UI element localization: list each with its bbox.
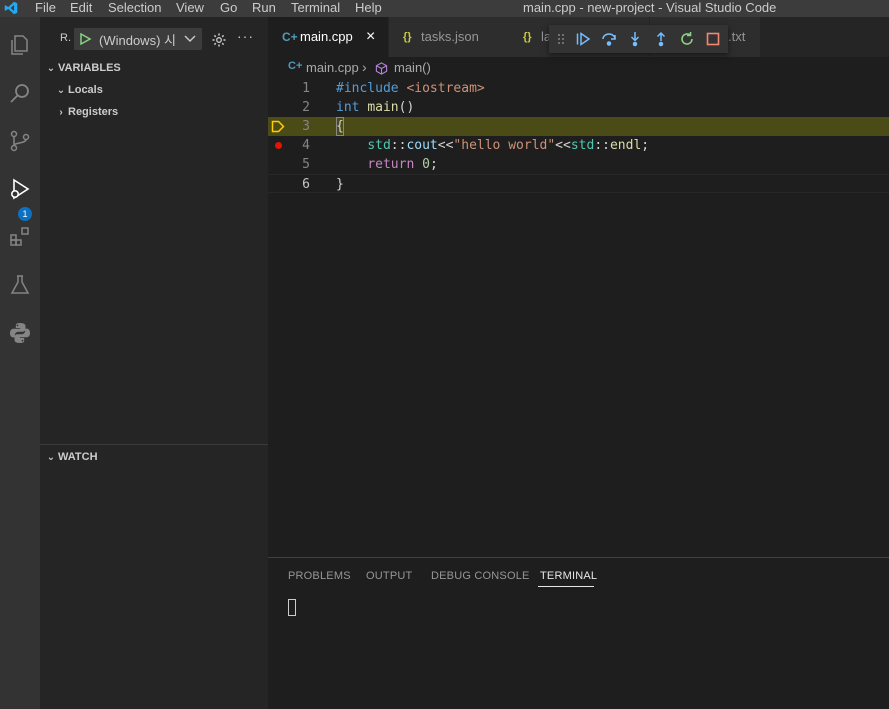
breadcrumb-separator: › <box>362 59 367 75</box>
tab-debug-console[interactable]: DEBUG CONSOLE <box>431 570 530 582</box>
menu-go[interactable]: Go <box>220 0 237 17</box>
breadcrumb-file[interactable]: main.cpp <box>306 60 359 75</box>
terminal-cursor[interactable] <box>288 599 296 616</box>
code-token: :: <box>594 138 610 153</box>
run-label: R. <box>60 32 71 44</box>
more-actions-icon[interactable]: ··· <box>237 28 254 44</box>
section-divider <box>40 444 268 445</box>
current-debug-line: 3 { <box>268 117 889 136</box>
extensions-icon[interactable] <box>4 221 36 253</box>
close-icon[interactable]: × <box>366 17 375 57</box>
code-token: 0 <box>422 157 430 172</box>
code-token: int <box>336 100 360 115</box>
menu-run[interactable]: Run <box>252 0 276 17</box>
variables-section-header[interactable]: ⌄ VARIABLES <box>44 58 268 78</box>
source-control-icon[interactable] <box>4 125 36 157</box>
code-token: } <box>336 177 344 192</box>
search-icon[interactable] <box>4 77 36 109</box>
code-token: endl <box>609 138 642 153</box>
activity-bar: 1 <box>0 17 40 709</box>
code-line: 4 std::cout<<"hello world"<<std::endl; <box>268 136 889 155</box>
menu-file[interactable]: File <box>35 0 56 17</box>
code-editor[interactable]: 1 #include <iostream> 2 int main() 3 { 4… <box>268 79 889 557</box>
breadcrumb: C+ main.cpp › main() <box>268 57 889 79</box>
code-token: std <box>570 138 595 153</box>
tab-output[interactable]: OUTPUT <box>366 570 412 582</box>
debug-toolbar <box>549 25 728 53</box>
json-file-icon: {} <box>403 31 412 43</box>
breadcrumb-symbol[interactable]: main() <box>394 60 431 75</box>
json-file-icon: {} <box>523 31 532 43</box>
code-token: cout <box>406 138 438 153</box>
menu-selection[interactable]: Selection <box>108 0 161 17</box>
bottom-panel: PROBLEMS OUTPUT DEBUG CONSOLE TERMINAL <box>268 557 889 709</box>
testing-icon[interactable] <box>4 269 36 301</box>
debug-sidebar: R. (Windows) 시 ··· ⌄ VARIABLES ⌄ Locals › R… <box>40 17 268 709</box>
code-token: :: <box>390 138 407 153</box>
vscode-logo-icon <box>4 1 18 15</box>
active-tab-indicator <box>538 586 594 587</box>
start-debugging-icon[interactable] <box>78 32 92 46</box>
code-line: 5 return 0; <box>302 157 438 172</box>
menu-help[interactable]: Help <box>355 0 382 17</box>
code-token: ; <box>429 157 438 172</box>
cpp-file-icon: C+ <box>282 30 298 44</box>
code-token: "hello world" <box>453 138 556 153</box>
title-bar: File Edit Selection View Go Run Terminal… <box>0 0 889 17</box>
code-token: return <box>367 157 415 172</box>
explorer-icon[interactable] <box>4 29 36 61</box>
code-line: 1 #include <iostream> <box>302 81 485 96</box>
tab-main-cpp[interactable]: C+ main.cpp × <box>268 17 388 57</box>
chevron-down-icon: ⌄ <box>46 452 56 463</box>
cpp-file-icon: C+ <box>288 60 303 72</box>
tab-terminal[interactable]: TERMINAL <box>540 570 597 582</box>
step-into-icon[interactable] <box>625 29 645 49</box>
code-token: <iostream> <box>406 81 485 96</box>
code-token: << <box>555 138 571 153</box>
python-icon[interactable] <box>4 317 36 349</box>
menu-terminal[interactable]: Terminal <box>291 0 340 17</box>
debug-config-select[interactable]: (Windows) 시 <box>74 28 202 50</box>
code-token: #include <box>336 81 407 96</box>
grip-icon[interactable] <box>555 29 567 49</box>
step-out-icon[interactable] <box>651 29 671 49</box>
chevron-down-icon <box>184 35 196 42</box>
tab-tasks-json[interactable]: {} tasks.json <box>388 17 509 57</box>
method-icon <box>375 62 388 75</box>
code-token: << <box>437 138 454 153</box>
menu-view[interactable]: View <box>176 0 204 17</box>
debug-config-label: (Windows) 시 <box>99 33 176 48</box>
chevron-right-icon: › <box>59 107 63 118</box>
code-token: main <box>367 100 399 115</box>
debug-badge: 1 <box>18 207 32 221</box>
stop-icon[interactable] <box>703 29 723 49</box>
watch-section-header[interactable]: ⌄ WATCH <box>44 447 268 467</box>
chevron-down-icon: ⌄ <box>56 85 66 96</box>
run-debug-icon[interactable] <box>4 173 36 205</box>
code-token: { <box>336 119 344 134</box>
tab-problems[interactable]: PROBLEMS <box>288 570 351 582</box>
restart-icon[interactable] <box>677 29 697 49</box>
menu-edit[interactable]: Edit <box>70 0 92 17</box>
window-title: main.cpp - new-project - Visual Studio C… <box>523 0 777 15</box>
variables-item-locals[interactable]: ⌄ Locals <box>54 80 268 100</box>
variables-item-registers[interactable]: › Registers <box>54 102 268 122</box>
gear-icon[interactable] <box>211 32 227 48</box>
code-line: 6 } <box>268 174 889 193</box>
chevron-down-icon: ⌄ <box>46 63 56 74</box>
code-token: std <box>367 138 391 153</box>
code-line: 2 int main() <box>302 100 415 115</box>
code-token: () <box>398 100 415 115</box>
code-token: ; <box>641 138 650 153</box>
step-over-icon[interactable] <box>599 29 619 49</box>
continue-icon[interactable] <box>573 29 593 49</box>
